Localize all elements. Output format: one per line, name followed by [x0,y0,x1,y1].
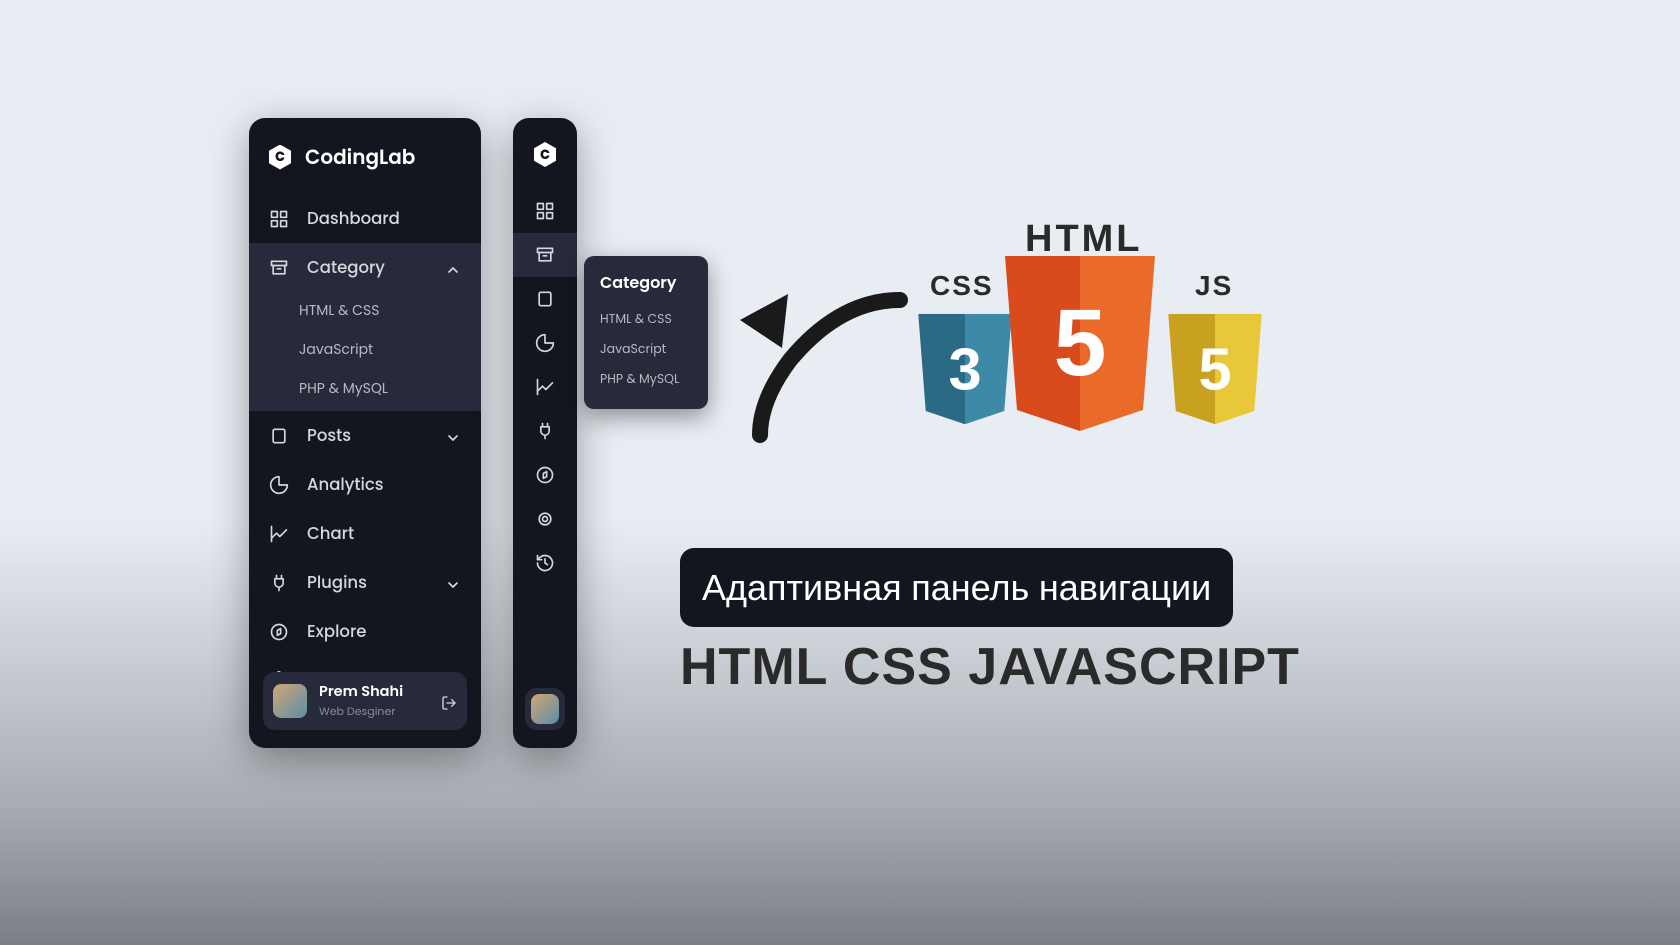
chevron-down-icon [445,428,461,444]
chart-icon [535,377,555,397]
headline-sub: HTML CSS JAVASCRIPT [680,637,1300,697]
avatar [531,694,559,724]
html-label: HTML [1025,218,1143,261]
sidebar-label-explore: Explore [307,619,366,644]
sidebar-item-posts[interactable]: Posts [249,411,481,460]
chart-icon [269,524,289,544]
submenu-item-html-css[interactable]: HTML & CSS [299,296,481,325]
submenu-category: HTML & CSS JavaScript PHP & MySQL [249,292,481,411]
sidebar-item-chart[interactable]: Chart [249,509,481,558]
sidebar-label-category: Category [307,255,385,280]
sidebar-item-analytics[interactable] [513,321,577,365]
nav-menu-collapsed [513,189,577,585]
category-popup: Category HTML & CSS JavaScript PHP & MyS… [584,256,708,409]
compass-icon [269,622,289,642]
grid-icon [269,209,289,229]
brand-logo-icon [269,145,291,170]
nav-menu: Dashboard Category HTML & CSS JavaScript… [249,194,481,705]
sidebar-item-plugins[interactable]: Plugins [249,558,481,607]
brand-logo-icon [534,142,556,167]
tech-logos: HTML CSS JS 3 5 5 [900,218,1290,478]
popup-item-html-css[interactable]: HTML & CSS [600,305,692,335]
popup-item-php-mysql[interactable]: PHP & MySQL [600,365,692,395]
sidebar-label-plugins: Plugins [307,570,367,595]
book-icon [269,426,289,446]
profile-card[interactable]: Prem Shahi Web Desginer [263,672,467,730]
chevron-down-icon [445,575,461,591]
book-icon [535,289,555,309]
logo-row-collapsed [513,138,577,189]
sidebar-expanded: CodingLab Dashboard Category HTML & CSS … [249,118,481,748]
js-shield-icon: 5 [1168,314,1262,425]
sidebar-item-analytics[interactable]: Analytics [249,460,481,509]
popup-title: Category [600,270,692,295]
archive-icon [535,245,555,265]
submenu-item-javascript[interactable]: JavaScript [299,335,481,364]
sidebar-collapsed [513,118,577,748]
sidebar-item-posts[interactable] [513,277,577,321]
sidebar-label-dashboard: Dashboard [307,206,400,231]
plug-icon [535,421,555,441]
logout-icon[interactable] [441,693,457,709]
sidebar-item-explore[interactable] [513,453,577,497]
headline-badge: Адаптивная панель навигации [680,548,1233,627]
sidebar-item-category[interactable] [513,233,577,277]
history-icon [535,553,555,573]
profile-card-collapsed[interactable] [525,688,565,730]
grid-icon [535,201,555,221]
archive-icon [269,258,289,278]
sidebar-label-posts: Posts [307,423,351,448]
profile-role: Web Desginer [319,703,403,720]
sidebar-item-category[interactable]: Category [249,243,481,292]
sidebar-label-analytics: Analytics [307,472,384,497]
compass-icon [535,465,555,485]
profile-info: Prem Shahi Web Desginer [319,682,403,720]
brand-name: CodingLab [305,142,415,172]
submenu-item-php-mysql[interactable]: PHP & MySQL [299,374,481,403]
css3-shield-icon: 3 [918,314,1012,425]
sidebar-item-setting[interactable] [513,497,577,541]
sidebar-item-plugins[interactable] [513,409,577,453]
popup-item-javascript[interactable]: JavaScript [600,335,692,365]
sidebar-item-explore[interactable]: Explore [249,607,481,656]
gear-icon [535,509,555,529]
sidebar-item-history[interactable] [513,541,577,585]
headline-block: Адаптивная панель навигации HTML CSS JAV… [680,548,1300,697]
pie-icon [269,475,289,495]
sidebar-item-dashboard[interactable] [513,189,577,233]
logo-row: CodingLab [249,138,481,194]
chevron-up-icon [445,260,461,276]
avatar [273,684,307,718]
sidebar-label-chart: Chart [307,521,354,546]
html5-shield-icon: 5 [1005,256,1155,431]
pie-icon [535,333,555,353]
sidebar-item-dashboard[interactable]: Dashboard [249,194,481,243]
profile-name: Prem Shahi [319,682,403,703]
plug-icon [269,573,289,593]
css-label: CSS [930,270,994,302]
js-label: JS [1195,270,1233,302]
sidebar-item-chart[interactable] [513,365,577,409]
